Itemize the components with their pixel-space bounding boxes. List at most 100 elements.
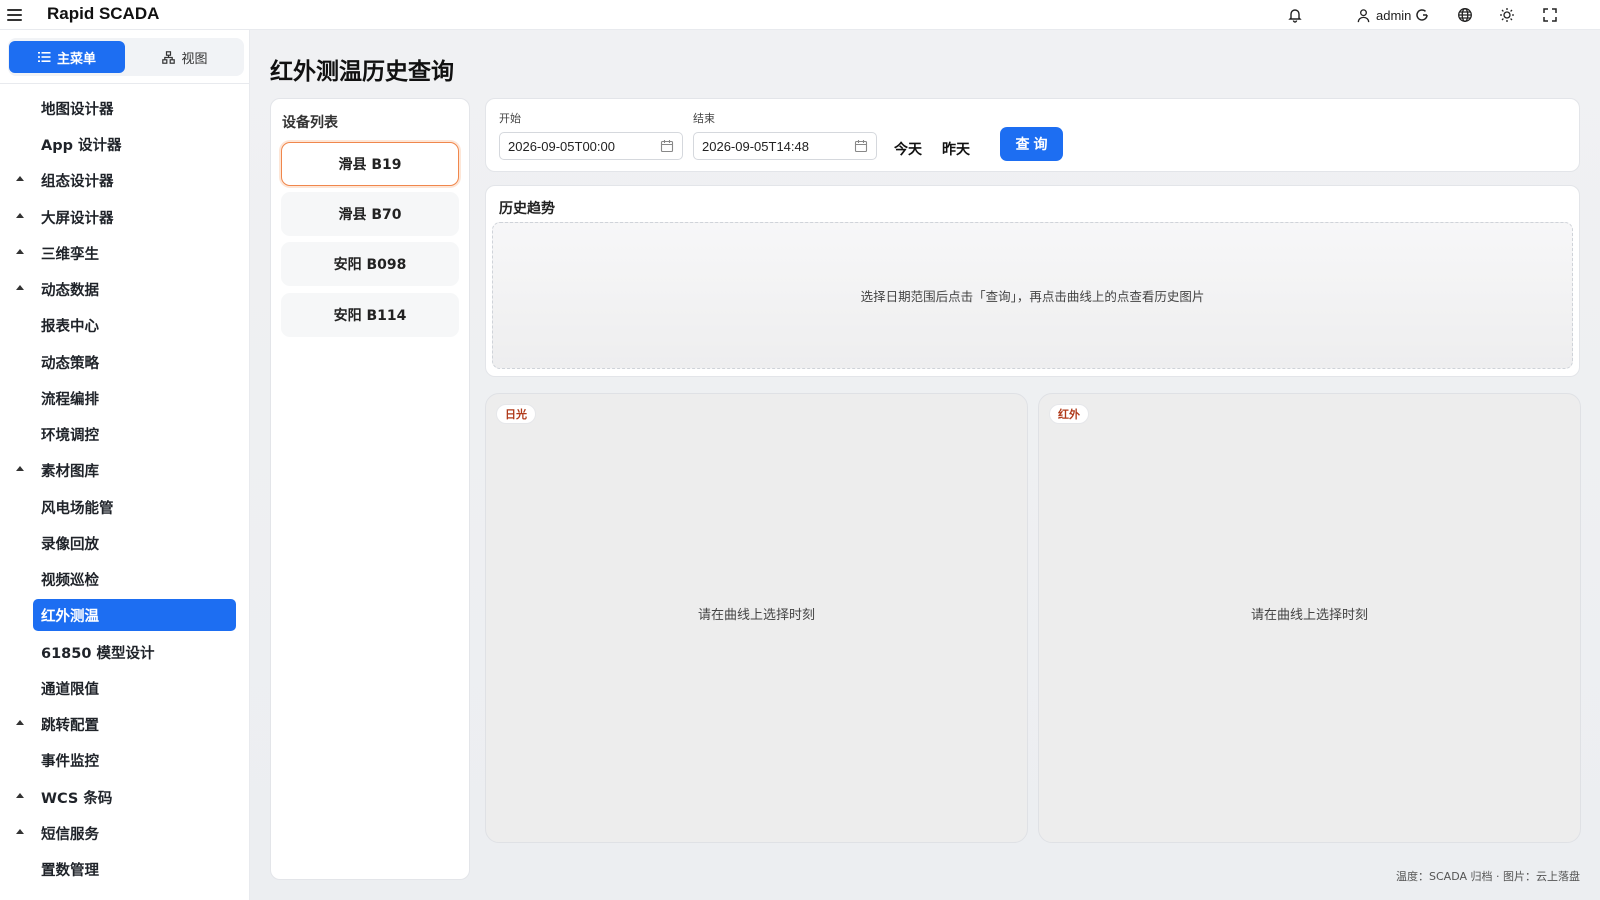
query-bar: 开始 2026-09-05T00:00 结束 2026-09-05T14:48 … xyxy=(485,98,1580,172)
top-bar: Rapid SCADA admin xyxy=(0,0,1600,30)
end-label: 结束 xyxy=(693,112,715,125)
sidebar-item-label: 通道限值 xyxy=(41,681,99,698)
sitemap-icon xyxy=(162,50,176,64)
sidebar-item-label: WCS 条码 xyxy=(41,790,113,807)
sidebar-item-label: 报表中心 xyxy=(41,318,99,335)
device-item[interactable]: 安阳 B098 xyxy=(281,242,459,286)
page-title: 红外测温历史查询 xyxy=(270,59,454,85)
refresh-icon[interactable] xyxy=(1412,5,1432,25)
start-datetime-value: 2026-09-05T00:00 xyxy=(508,138,615,154)
tab-view-label: 视图 xyxy=(181,51,208,67)
app-title: Rapid SCADA xyxy=(47,4,160,23)
daylight-tag: 日光 xyxy=(496,404,536,424)
daylight-hint: 请在曲线上选择时刻 xyxy=(697,608,815,623)
sidebar-item-label: 流程编排 xyxy=(41,391,99,408)
sidebar-item-dynamic-strategy[interactable]: 动态策略 xyxy=(33,346,236,378)
hamburger-menu-icon[interactable] xyxy=(7,7,22,22)
sun-icon[interactable] xyxy=(1497,5,1517,25)
user-name: admin xyxy=(1376,7,1412,23)
sidebar-item-label: 风电场能管 xyxy=(41,500,114,517)
trend-chart-area[interactable]: 选择日期范围后点击「查询」，再点击曲线上的点查看历史图片 xyxy=(492,222,1573,369)
caret-up-icon xyxy=(16,285,24,290)
sidebar-item-label: 环境调控 xyxy=(41,427,99,444)
sidebar-item-label: 红外测温 xyxy=(41,608,99,625)
sidebar-item-set-value[interactable]: 置数管理 xyxy=(33,853,236,885)
caret-up-icon xyxy=(16,213,24,218)
sidebar-tabs: 主菜单 视图 xyxy=(8,38,244,76)
sidebar-item-label: 动态数据 xyxy=(41,282,99,299)
device-item[interactable]: 安阳 B114 xyxy=(281,293,459,337)
caret-up-icon xyxy=(16,249,24,254)
sidebar-item-infrared-temp[interactable]: 红外测温 xyxy=(33,599,236,631)
infrared-image-card: 红外 请在曲线上选择时刻 xyxy=(1038,393,1581,843)
start-label: 开始 xyxy=(499,112,521,125)
today-button[interactable]: 今天 xyxy=(894,139,922,159)
infrared-tag: 红外 xyxy=(1049,404,1089,424)
device-item[interactable]: 滑县 B70 xyxy=(281,192,459,236)
sidebar-item-dynamic-data[interactable]: 动态数据 xyxy=(16,273,236,305)
sidebar-item-wind-farm[interactable]: 风电场能管 xyxy=(33,491,236,523)
infrared-hint: 请在曲线上选择时刻 xyxy=(1250,608,1368,623)
footer-note: 温度：SCADA 归档 · 图片：云上落盘 xyxy=(1396,870,1580,883)
tab-view[interactable]: 视图 xyxy=(130,41,240,73)
globe-icon[interactable] xyxy=(1455,5,1475,25)
user-icon xyxy=(1357,8,1370,22)
query-button[interactable]: 查询 xyxy=(1000,127,1063,161)
sidebar-item-label: 录像回放 xyxy=(41,536,99,553)
user-menu[interactable]: admin xyxy=(1356,5,1411,25)
daylight-image-card: 日光 请在曲线上选择时刻 xyxy=(485,393,1028,843)
sidebar-item-asset-library[interactable]: 素材图库 xyxy=(16,454,236,486)
caret-up-icon xyxy=(16,793,24,798)
sidebar-item-map-designer[interactable]: 地图设计器 xyxy=(33,92,236,124)
sidebar-item-label: 置数管理 xyxy=(41,862,99,879)
caret-up-icon xyxy=(16,829,24,834)
sidebar-item-app-designer[interactable]: App 设计器 xyxy=(33,128,236,160)
tab-main-menu[interactable]: 主菜单 xyxy=(9,41,125,73)
list-icon xyxy=(37,52,51,62)
sidebar-item-wcs-barcode[interactable]: WCS 条码 xyxy=(16,781,236,813)
end-datetime-value: 2026-09-05T14:48 xyxy=(702,138,809,154)
fullscreen-icon[interactable] xyxy=(1540,5,1560,25)
history-trend-card: 历史趋势 选择日期范围后点击「查询」，再点击曲线上的点查看历史图片 xyxy=(485,185,1580,377)
device-item[interactable]: 滑县 B19 xyxy=(281,142,459,186)
caret-up-icon xyxy=(16,466,24,471)
sidebar-item-3d-twin[interactable]: 三维孪生 xyxy=(16,237,236,269)
caret-up-icon xyxy=(16,720,24,725)
sidebar-item-label: App 设计器 xyxy=(41,137,122,154)
sidebar-item-label: 大屏设计器 xyxy=(41,210,114,227)
start-datetime-input[interactable]: 2026-09-05T00:00 xyxy=(499,132,683,160)
sidebar-item-sms-service[interactable]: 短信服务 xyxy=(16,817,236,849)
calendar-icon[interactable] xyxy=(660,139,674,153)
device-list-panel: 设备列表 滑县 B19 滑县 B70 安阳 B098 安阳 B114 xyxy=(270,98,470,880)
caret-up-icon xyxy=(16,176,24,181)
bell-icon[interactable] xyxy=(1285,5,1305,25)
sidebar-item-report-center[interactable]: 报表中心 xyxy=(33,309,236,341)
sidebar-item-label: 短信服务 xyxy=(41,826,99,843)
sidebar-item-config-designer[interactable]: 组态设计器 xyxy=(16,164,236,196)
sidebar-item-video-patrol[interactable]: 视频巡检 xyxy=(33,563,236,595)
main-content: 红外测温历史查询 设备列表 滑县 B19 滑县 B70 安阳 B098 安阳 B… xyxy=(250,30,1600,900)
sidebar: 主菜单 视图 地图设计器 App 设计器 组态设计器 大屏设计器 三维孪生 动态… xyxy=(0,30,250,900)
sidebar-item-flow-orchestration[interactable]: 流程编排 xyxy=(33,382,236,414)
end-datetime-input[interactable]: 2026-09-05T14:48 xyxy=(693,132,877,160)
sidebar-item-event-monitor[interactable]: 事件监控 xyxy=(33,744,236,776)
trend-placeholder: 选择日期范围后点击「查询」，再点击曲线上的点查看历史图片 xyxy=(860,289,1205,304)
sidebar-item-label: 动态策略 xyxy=(41,355,99,372)
sidebar-item-label: 三维孪生 xyxy=(41,246,99,263)
sidebar-item-label: 61850 模型设计 xyxy=(41,645,155,662)
sidebar-item-label: 地图设计器 xyxy=(41,101,114,118)
sidebar-item-video-playback[interactable]: 录像回放 xyxy=(33,527,236,559)
device-list-title: 设备列表 xyxy=(282,115,338,131)
history-trend-title: 历史趋势 xyxy=(499,201,555,217)
calendar-icon[interactable] xyxy=(854,139,868,153)
yesterday-button[interactable]: 昨天 xyxy=(942,139,970,159)
sidebar-item-61850-model[interactable]: 61850 模型设计 xyxy=(33,636,236,668)
sidebar-item-label: 组态设计器 xyxy=(41,173,114,190)
sidebar-item-label: 事件监控 xyxy=(41,753,99,770)
sidebar-item-env-control[interactable]: 环境调控 xyxy=(33,418,236,450)
sidebar-item-screen-designer[interactable]: 大屏设计器 xyxy=(16,201,236,233)
sidebar-item-channel-limits[interactable]: 通道限值 xyxy=(33,672,236,704)
tab-main-menu-label: 主菜单 xyxy=(56,51,96,67)
sidebar-item-label: 视频巡检 xyxy=(41,572,99,589)
sidebar-item-jump-config[interactable]: 跳转配置 xyxy=(16,708,236,740)
